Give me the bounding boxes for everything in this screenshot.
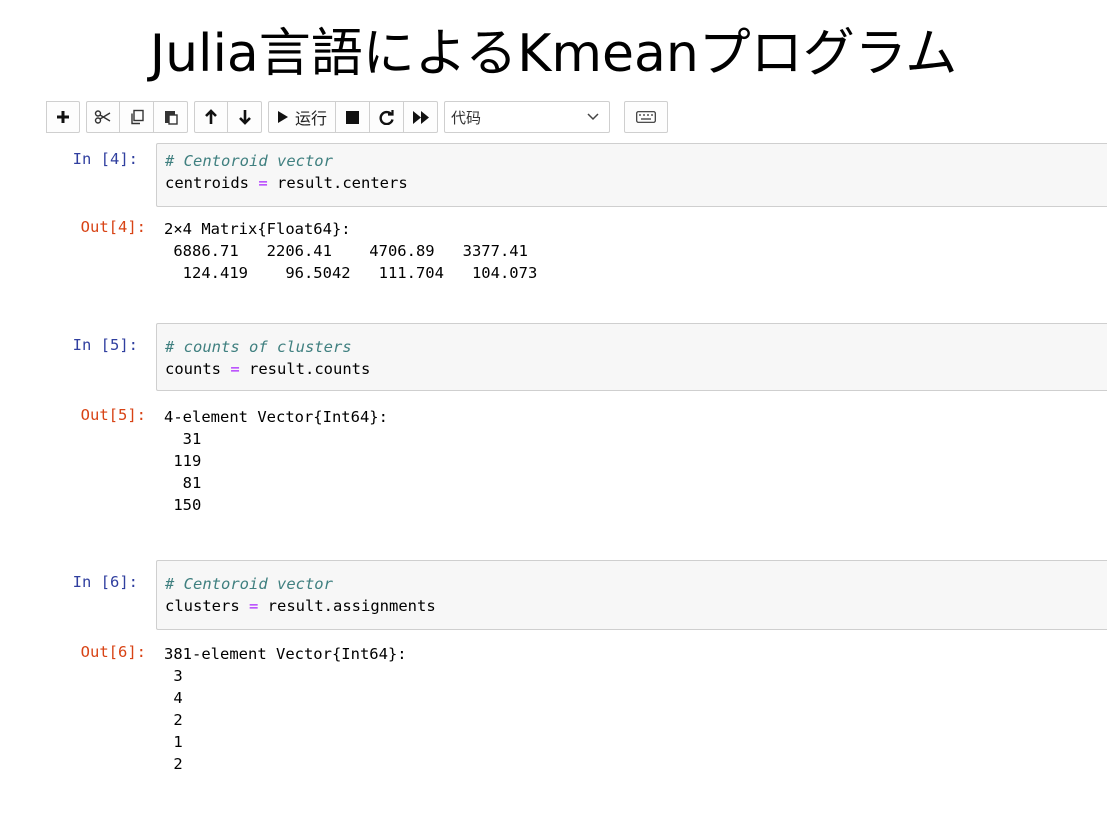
command-palette-button[interactable] <box>624 101 669 133</box>
output-line: 6886.71 2206.41 4706.89 3377.41 <box>164 242 528 260</box>
code-operator: = <box>249 597 259 615</box>
output-prompt: Out[4]: <box>80 218 146 236</box>
move-group <box>194 101 262 133</box>
stop-button[interactable] <box>336 101 371 133</box>
output-line: 2 <box>164 755 183 773</box>
paste-icon <box>164 111 178 125</box>
input-prompt: In [6]: <box>72 573 138 591</box>
run-button[interactable]: 运行 <box>268 101 337 133</box>
arrow-up-icon <box>205 109 217 124</box>
code-cell-input[interactable]: # Centoroid vector centroids = result.ce… <box>156 143 1107 207</box>
output-line: 2 <box>164 711 183 729</box>
code-operator: = <box>230 360 240 378</box>
output-line: 1 <box>164 733 183 751</box>
code-rhs: result.assignments <box>258 597 436 615</box>
output-line: 2×4 Matrix{Float64}: <box>164 220 351 238</box>
insert-group <box>46 101 80 133</box>
restart-icon <box>379 109 394 125</box>
run-label: 运行 <box>295 109 328 128</box>
fast-forward-icon <box>412 110 429 124</box>
code-line: clusters = result.assignments <box>165 595 1107 617</box>
play-icon <box>278 111 288 123</box>
output-line: 119 <box>164 452 202 470</box>
code-lhs: counts <box>165 360 231 378</box>
keyboard-icon <box>636 111 656 123</box>
code-lhs: centroids <box>165 174 259 192</box>
insert-cell-button[interactable] <box>46 101 80 133</box>
code-line: centroids = result.centers <box>165 172 1107 194</box>
code-line: counts = result.counts <box>165 358 1107 380</box>
move-up-button[interactable] <box>194 101 228 133</box>
code-line: # Centoroid vector <box>165 150 1107 172</box>
notebook-toolbar: 运行 代码 <box>46 100 669 134</box>
output-prompt: Out[5]: <box>80 406 146 424</box>
cell-type-value: 代码 <box>451 108 482 127</box>
cell-type-select[interactable]: 代码 <box>444 101 611 133</box>
copy-button[interactable] <box>120 101 154 133</box>
output-line: 150 <box>164 496 202 514</box>
code-lhs: clusters <box>165 597 249 615</box>
code-comment: # Centoroid vector <box>165 575 333 593</box>
code-line: # counts of clusters <box>165 336 1107 358</box>
page-title: Julia言語によるKmeanプログラム <box>149 24 958 84</box>
output-line: 3 <box>164 667 183 685</box>
scissors-icon <box>94 110 111 124</box>
code-rhs: result.counts <box>239 360 371 378</box>
chevron-down-icon <box>587 113 599 121</box>
stop-icon <box>346 110 360 124</box>
code-cell-input[interactable]: # Centoroid vector clusters = result.ass… <box>156 560 1107 630</box>
copy-icon <box>130 109 144 125</box>
code-comment: # counts of clusters <box>165 338 352 356</box>
restart-button[interactable] <box>370 101 405 133</box>
input-prompt: In [5]: <box>72 336 138 354</box>
input-prompt: In [4]: <box>72 150 138 168</box>
output-line: 81 <box>164 474 202 492</box>
output-line: 4-element Vector{Int64}: <box>164 408 388 426</box>
cell-output: 2×4 Matrix{Float64}: 6886.71 2206.41 470… <box>164 218 537 284</box>
output-line: 381-element Vector{Int64}: <box>164 645 407 663</box>
output-prompt: Out[6]: <box>80 643 146 661</box>
run-all-button[interactable] <box>404 101 439 133</box>
plus-icon <box>57 111 69 123</box>
code-operator: = <box>258 174 268 192</box>
output-line: 4 <box>164 689 183 707</box>
code-rhs: result.centers <box>267 174 408 192</box>
arrow-down-icon <box>238 110 251 125</box>
code-comment: # Centoroid vector <box>165 152 333 170</box>
cell-output: 381-element Vector{Int64}: 3 4 2 1 2 <box>164 643 407 775</box>
output-line: 31 <box>164 430 202 448</box>
output-line: 124.419 96.5042 111.704 104.073 <box>164 264 538 282</box>
cell-output: 4-element Vector{Int64}: 31 119 81 150 <box>164 406 388 516</box>
move-down-button[interactable] <box>228 101 262 133</box>
paste-button[interactable] <box>154 101 188 133</box>
code-cell-input[interactable]: # counts of clusters counts = result.cou… <box>156 323 1107 391</box>
run-group: 运行 <box>268 101 439 133</box>
edit-group <box>86 101 188 133</box>
cut-button[interactable] <box>86 101 120 133</box>
code-line: # Centoroid vector <box>165 573 1107 595</box>
